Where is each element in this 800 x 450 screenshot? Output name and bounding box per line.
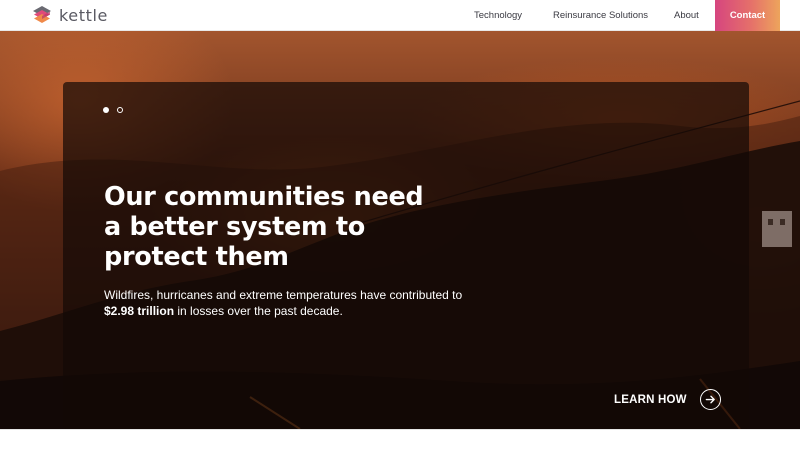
hero-subtext-highlight: $2.98 trillion [104, 304, 175, 318]
hero-subtext-suffix: in losses over the past decade. [177, 304, 343, 318]
slide-dot-1[interactable] [103, 107, 109, 113]
learn-how-button[interactable]: LEARN HOW [614, 389, 721, 410]
hero-slide-card: Our communities need a better system to … [63, 82, 749, 429]
logo-link[interactable]: kettle [31, 4, 108, 26]
site-header: kettle Technology Reinsurance Solutions … [0, 0, 800, 31]
hero-banner: Our communities need a better system to … [0, 31, 800, 429]
brand-name: kettle [59, 5, 108, 25]
slide-indicator [103, 107, 123, 113]
slide-dot-2[interactable] [117, 107, 123, 113]
contact-button[interactable]: Contact [715, 0, 780, 31]
hero-subtext: Wildfires, hurricanes and extreme temper… [104, 287, 474, 319]
below-hero-section [0, 429, 800, 450]
nav-technology[interactable]: Technology [474, 0, 522, 31]
learn-how-label: LEARN HOW [614, 393, 687, 406]
kettle-logo-icon [33, 6, 51, 23]
arrow-right-circle-icon [699, 389, 721, 410]
nav-about[interactable]: About [674, 0, 699, 31]
hero-subtext-prefix: Wildfires, hurricanes and extreme temper… [104, 288, 463, 302]
hero-headline: Our communities need a better system to … [104, 182, 424, 272]
nav-reinsurance-solutions[interactable]: Reinsurance Solutions [553, 0, 648, 31]
